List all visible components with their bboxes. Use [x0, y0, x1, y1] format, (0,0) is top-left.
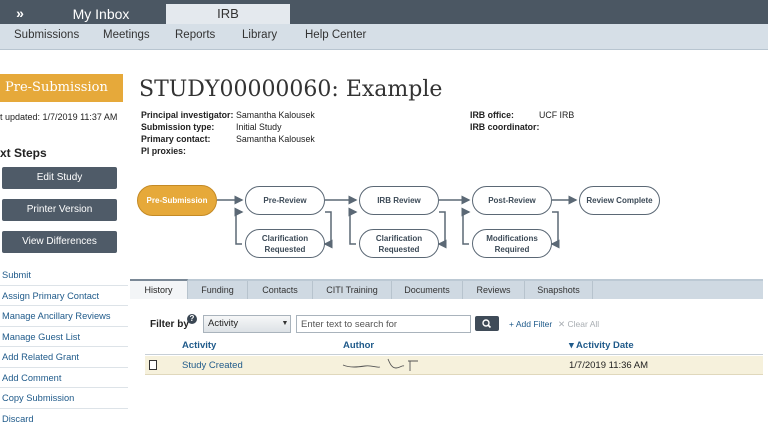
sub-navigation: Submissions Meetings Reports Library Hel…	[0, 24, 768, 50]
nav-reports[interactable]: Reports	[175, 24, 215, 50]
search-input[interactable]	[296, 315, 471, 333]
nav-submissions[interactable]: Submissions	[14, 24, 79, 50]
column-activity[interactable]: Activity	[182, 340, 216, 351]
add-filter-link[interactable]: + Add Filter	[509, 319, 552, 329]
activity-cell[interactable]: Study Created	[182, 360, 243, 371]
step-pre-review: Pre-Review	[245, 186, 325, 215]
submission-type-value: Initial Study	[236, 122, 282, 132]
pi-proxies-label: PI proxies:	[141, 146, 186, 156]
filter-field-select[interactable]: Activity	[203, 315, 291, 333]
table-header: Activity Author ▾ Activity Date	[145, 337, 763, 355]
divider	[0, 408, 128, 409]
tab-citi-training[interactable]: CITI Training	[313, 281, 392, 299]
workflow-diagram: Pre-Submission Pre-Review IRB Review Pos…	[130, 180, 670, 260]
tab-contacts[interactable]: Contacts	[248, 281, 313, 299]
top-bar: » My Inbox IRB	[0, 0, 768, 24]
step-label-line: Modifications	[486, 233, 538, 243]
page-title: STUDY00000060: Example	[139, 77, 443, 102]
filter-by-label: Filter by	[150, 319, 189, 330]
irb-coordinator-label: IRB coordinator:	[470, 122, 540, 132]
step-label-line: Required	[494, 244, 530, 254]
column-activity-date[interactable]: ▾ Activity Date	[569, 340, 634, 351]
submit-link[interactable]: Submit	[2, 270, 128, 280]
divider	[0, 326, 128, 327]
expand-nav-button[interactable]: »	[4, 4, 36, 22]
irb-office-value: UCF IRB	[539, 110, 575, 120]
add-comment-link[interactable]: Add Comment	[2, 373, 128, 383]
manage-ancillary-reviews-link[interactable]: Manage Ancillary Reviews	[2, 311, 128, 321]
step-label-line: Requested	[378, 244, 420, 254]
add-related-grant-link[interactable]: Add Related Grant	[2, 352, 128, 362]
nav-help-center[interactable]: Help Center	[305, 24, 366, 50]
tab-funding[interactable]: Funding	[188, 281, 248, 299]
chevron-down-icon[interactable]: ▼	[279, 315, 291, 333]
redacted-author-scribble	[342, 358, 418, 371]
step-review-complete: Review Complete	[579, 186, 660, 215]
tab-documents[interactable]: Documents	[392, 281, 463, 299]
manage-guest-list-link[interactable]: Manage Guest List	[2, 332, 128, 342]
printer-version-button[interactable]: Printer Version	[2, 199, 117, 221]
divider	[0, 387, 128, 388]
edit-study-button[interactable]: Edit Study	[2, 167, 117, 189]
next-steps-heading: xt Steps	[0, 146, 47, 160]
step-label-line: Clarification	[261, 233, 309, 243]
step-clarification-requested-2: Clarification Requested	[359, 229, 439, 258]
copy-submission-link[interactable]: Copy Submission	[2, 393, 128, 403]
status-badge: Pre-Submission	[0, 74, 123, 102]
clear-all-link[interactable]: ✕ Clear All	[558, 319, 599, 330]
search-icon	[482, 319, 492, 329]
pi-value: Samantha Kalousek	[236, 110, 315, 120]
submission-type-label: Submission type:	[141, 122, 215, 132]
irb-office-label: IRB office:	[470, 110, 514, 120]
step-clarification-requested-1: Clarification Requested	[245, 229, 325, 258]
discard-link[interactable]: Discard	[2, 414, 128, 424]
tab-reviews[interactable]: Reviews	[463, 281, 525, 299]
tab-snapshots[interactable]: Snapshots	[525, 281, 593, 299]
divider	[0, 346, 128, 347]
step-label-line: Clarification	[375, 233, 423, 243]
document-icon[interactable]	[149, 360, 157, 370]
divider	[0, 285, 128, 286]
view-differences-button[interactable]: View Differences	[2, 231, 117, 253]
step-pre-submission: Pre-Submission	[137, 185, 217, 216]
nav-meetings[interactable]: Meetings	[103, 24, 150, 50]
tab-history[interactable]: History	[130, 279, 188, 299]
step-modifications-required: Modifications Required	[472, 229, 552, 258]
tab-irb[interactable]: IRB	[166, 4, 290, 24]
primary-contact-value: Samantha Kalousek	[236, 134, 315, 144]
detail-tabs: History Funding Contacts CITI Training D…	[130, 279, 763, 299]
search-button[interactable]	[475, 316, 499, 331]
primary-contact-label: Primary contact:	[141, 134, 211, 144]
divider	[0, 367, 128, 368]
divider	[0, 305, 128, 306]
last-updated-text: t updated: 1/7/2019 11:37 AM	[0, 112, 118, 122]
nav-library[interactable]: Library	[242, 24, 277, 50]
assign-primary-contact-link[interactable]: Assign Primary Contact	[2, 291, 128, 301]
step-post-review: Post-Review	[472, 186, 552, 215]
pi-label: Principal investigator:	[141, 110, 234, 120]
help-icon[interactable]: ?	[187, 314, 197, 324]
column-author[interactable]: Author	[343, 340, 374, 351]
activity-date-cell: 1/7/2019 11:36 AM	[569, 360, 649, 371]
step-label-line: Requested	[264, 244, 306, 254]
step-irb-review: IRB Review	[359, 186, 439, 215]
table-row: Study Created 1/7/2019 11:36 AM	[145, 356, 763, 375]
tab-my-inbox[interactable]: My Inbox	[40, 4, 162, 24]
